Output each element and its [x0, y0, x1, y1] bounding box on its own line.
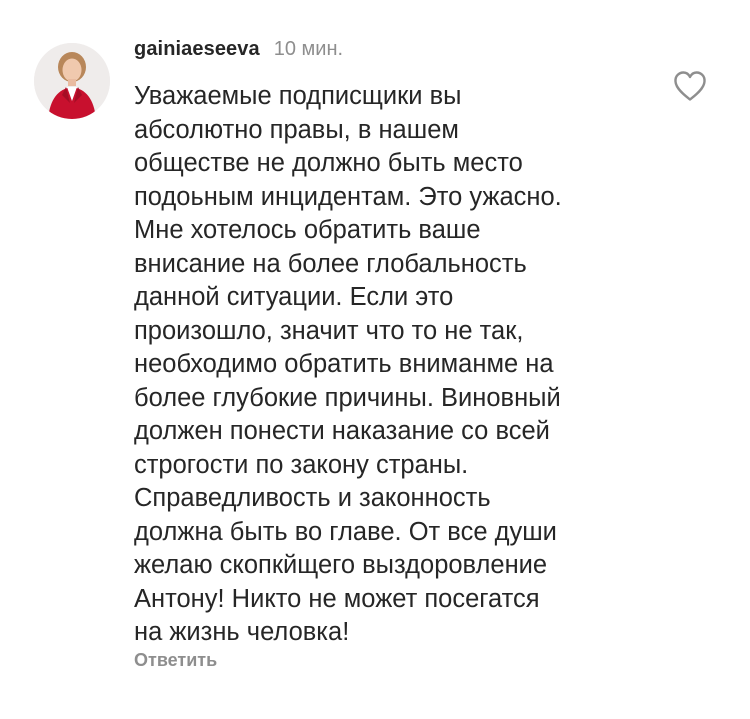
comment-text-line: необходимо обратить вниманме на	[134, 350, 554, 378]
comment-text-line: Справедливость и законность	[134, 484, 491, 512]
comment-timestamp: 10 мин.	[273, 38, 344, 60]
profile-photo	[34, 43, 110, 119]
comment-text-line: Мне хотелось обратить ваше	[134, 216, 481, 244]
comment-text-line: обществе не должно быть место	[134, 149, 523, 177]
comment-text-line: внисание на более глобальность	[134, 249, 527, 278]
comment-text-line: желаю скопкйщего выздоровление	[134, 551, 548, 579]
comment-item: gainiaeseeva 10 мин. Уважаемые подписщик…	[0, 0, 750, 719]
comment-text-line: данной ситуации. Если это	[134, 283, 454, 311]
comment-text-line: строгости по закону страны.	[134, 450, 469, 479]
comment-text-line: более глубокие причины. Виновный	[134, 383, 561, 412]
heart-icon[interactable]	[673, 70, 707, 102]
comment-text-line: Антону! Никто не может посегатся	[134, 584, 540, 613]
reply-button[interactable]: Ответить	[134, 650, 217, 671]
comment-text-line: Уважаемые подписщики вы	[134, 82, 462, 110]
comment-text-line: подоьным инцидентам. Это ужасно.	[134, 182, 562, 211]
username-link[interactable]: gainiaeseeva	[134, 38, 260, 61]
comment-text-line: на жизнь человка!	[134, 618, 350, 646]
comment-text-line: абсолютно правы, в нашем	[134, 115, 459, 144]
avatar[interactable]	[34, 43, 110, 119]
comment-text-line: должен понести наказание со всей	[134, 417, 550, 445]
comment-text: Уважаемые подписщики вы абсолютно правы,…	[134, 80, 654, 650]
comment-text-line: должна быть во главе. От все души	[134, 517, 557, 546]
comment-header: gainiaeseeva 10 мин.	[134, 38, 343, 64]
comment-text-line: произошло, значит что то не так,	[134, 316, 524, 345]
